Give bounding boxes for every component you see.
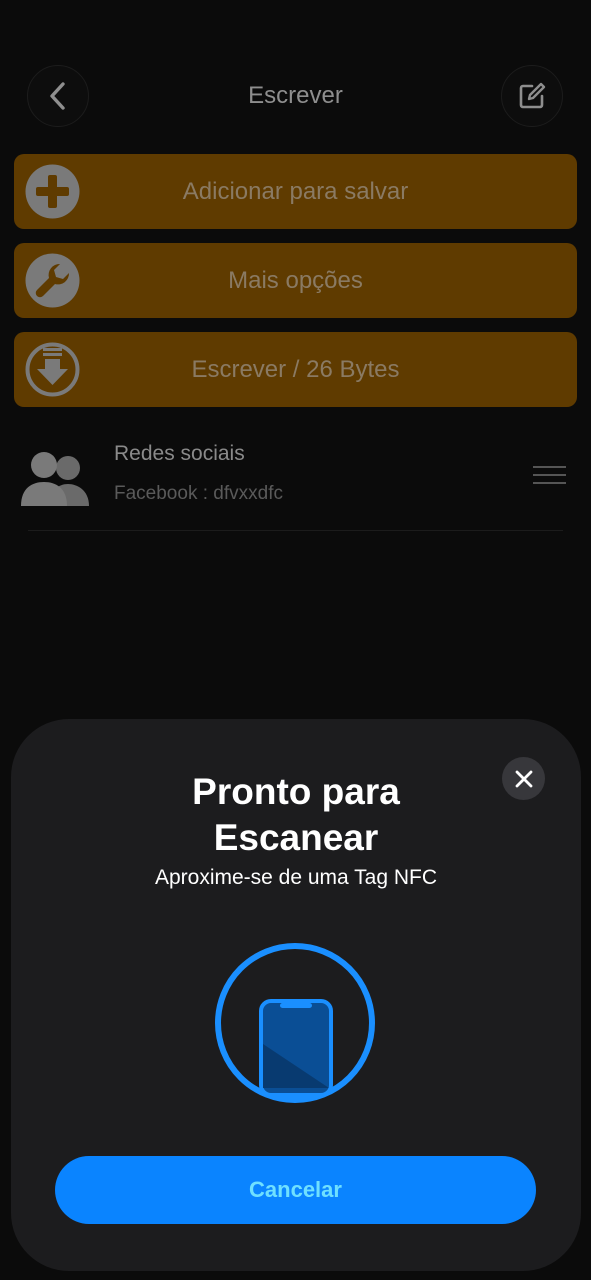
sheet-title-line2: Escanear: [213, 817, 379, 858]
action-label: Escrever / 26 Bytes: [191, 356, 400, 383]
navigation-bar: Escrever: [0, 0, 591, 140]
record-title: Redes sociais: [114, 442, 245, 465]
record-subtitle: Facebook : dfvxxdfc: [114, 483, 283, 504]
more-options-button[interactable]: Mais opções: [14, 243, 577, 318]
add-to-save-button[interactable]: Adicionar para salvar: [14, 154, 577, 229]
record-row[interactable]: Redes sociais Facebook : dfvxxdfc: [0, 428, 591, 532]
edit-square-icon: [519, 82, 546, 109]
sheet-title-line1: Pronto para: [192, 771, 400, 812]
action-label: Mais opções: [228, 267, 363, 294]
sheet-title: Pronto para Escanear: [11, 769, 581, 861]
drag-handle-icon[interactable]: [533, 466, 566, 486]
write-bytes-button[interactable]: Escrever / 26 Bytes: [14, 332, 577, 407]
action-label: Adicionar para salvar: [182, 178, 409, 205]
divider: [28, 530, 563, 531]
people-icon: [21, 452, 89, 506]
nfc-scan-sheet: Pronto para Escanear Aproxime-se de uma …: [11, 719, 581, 1271]
edit-button[interactable]: [501, 65, 563, 127]
screen: Escrever Adicionar para salvar Mais opçõ…: [0, 0, 591, 1280]
phone-scan-icon: [215, 943, 375, 1103]
sheet-subtitle: Aproxime-se de uma Tag NFC: [154, 866, 438, 889]
cancel-button[interactable]: Cancelar: [55, 1156, 536, 1224]
